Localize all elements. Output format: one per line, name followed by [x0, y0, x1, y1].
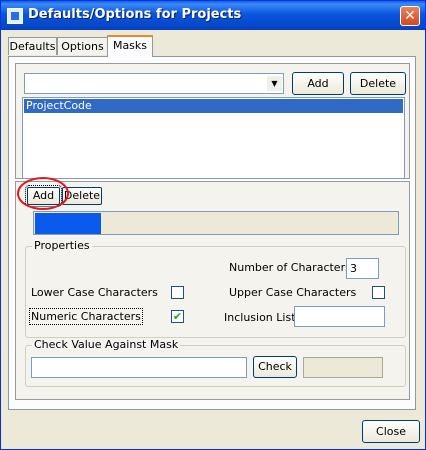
numeric-label: Numeric Characters — [29, 308, 143, 325]
inclusion-list-label: Inclusion List: — [224, 311, 300, 324]
upper-case-label: Upper Case Characters — [229, 286, 357, 299]
list-item[interactable]: ProjectCode — [24, 99, 403, 113]
close-icon: ✕ — [404, 8, 416, 24]
chevron-down-icon[interactable]: ▼ — [267, 76, 282, 91]
upper-case-checkbox[interactable] — [372, 286, 385, 299]
tab-defaults-label: Defaults — [9, 40, 56, 53]
checkmark-icon: ✔ — [172, 310, 183, 323]
lower-case-checkbox[interactable] — [171, 286, 184, 299]
delete-mask-button[interactable]: Delete — [350, 72, 406, 95]
mask-select-dropdown[interactable]: ▼ — [24, 73, 284, 94]
numeric-checkbox[interactable]: ✔ — [171, 310, 184, 323]
check-value-input[interactable] — [31, 357, 247, 378]
tab-masks[interactable]: Masks — [107, 35, 153, 57]
check-value-legend: Check Value Against Mask — [32, 338, 181, 351]
segment-strip[interactable] — [33, 211, 399, 235]
check-value-group: Check Value Against Mask Check — [25, 338, 406, 387]
dialog-window: Defaults/Options for Projects ✕ Defaults… — [0, 0, 426, 450]
close-button[interactable]: Close — [362, 420, 420, 443]
add-mask-button[interactable]: Add — [292, 72, 344, 95]
num-chars-label: Number of Characters: — [229, 261, 355, 274]
close-window-button[interactable]: ✕ — [400, 6, 420, 26]
num-chars-input[interactable]: 3 — [346, 258, 379, 279]
lower-case-label: Lower Case Characters — [31, 286, 158, 299]
tab-options-label: Options — [61, 40, 104, 53]
masks-tab-panel: ▼ Add Delete ProjectCode Add Delete Prop… — [8, 56, 416, 410]
properties-legend: Properties — [32, 239, 92, 252]
inclusion-list-input[interactable] — [294, 306, 385, 327]
selected-segment[interactable] — [35, 213, 101, 234]
tab-masks-label: Masks — [112, 39, 148, 52]
add-segment-button[interactable]: Add — [25, 185, 62, 207]
tab-options[interactable]: Options — [57, 37, 108, 55]
mask-segment-frame: Add Delete Properties Number of Characte… — [15, 181, 410, 400]
check-button[interactable]: Check — [253, 356, 297, 378]
mask-list-frame: ▼ Add Delete ProjectCode — [15, 63, 410, 179]
title-bar[interactable]: Defaults/Options for Projects ✕ — [1, 1, 425, 30]
delete-segment-button[interactable]: Delete — [62, 187, 102, 205]
check-result-field — [303, 357, 383, 378]
properties-group: Properties Number of Characters: 3 Lower… — [25, 239, 406, 338]
tab-defaults[interactable]: Defaults — [8, 37, 57, 55]
window-title: Defaults/Options for Projects — [28, 7, 242, 22]
mask-list[interactable]: ProjectCode — [22, 97, 405, 179]
app-icon — [7, 8, 23, 24]
